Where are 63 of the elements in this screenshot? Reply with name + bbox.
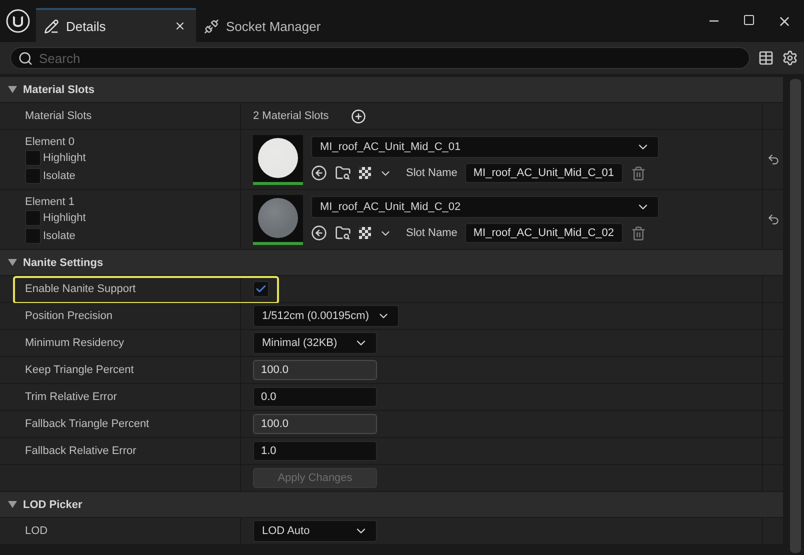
property-label: Minimum Residency bbox=[25, 337, 126, 349]
material-dropdown[interactable]: MI_roof_AC_Unit_Mid_C_02 bbox=[311, 196, 659, 218]
logo-icon[interactable] bbox=[6, 9, 30, 33]
property-label: Trim Relative Error bbox=[25, 391, 118, 403]
checkbox-label: Isolate bbox=[43, 230, 76, 242]
reset-icon[interactable] bbox=[766, 213, 780, 226]
section-header[interactable]: Nanite Settings bbox=[0, 250, 783, 276]
checker-pattern-icon[interactable] bbox=[359, 167, 371, 179]
number-field[interactable]: 100.0 bbox=[253, 360, 377, 380]
search-field[interactable]: Search bbox=[10, 47, 750, 69]
slot-name-label: Slot Name bbox=[406, 227, 458, 239]
reset-icon[interactable] bbox=[766, 153, 780, 166]
plug-icon bbox=[204, 18, 219, 34]
section-header[interactable]: Material Slots bbox=[0, 77, 783, 103]
search-icon bbox=[18, 51, 33, 66]
material-dropdown[interactable]: MI_roof_AC_Unit_Mid_C_01 bbox=[311, 136, 659, 158]
scrollbar-thumb[interactable] bbox=[790, 79, 801, 553]
property-label: Fallback Triangle Percent bbox=[25, 418, 150, 430]
table-icon[interactable] bbox=[758, 50, 774, 66]
slot-name-field[interactable]: MI_roof_AC_Unit_Mid_C_02 bbox=[465, 223, 624, 243]
tab[interactable]: Socket Manager bbox=[196, 8, 346, 42]
pencil-icon bbox=[44, 18, 59, 34]
checkbox[interactable] bbox=[25, 228, 41, 244]
dropdown[interactable]: LOD Auto bbox=[253, 520, 377, 542]
checkmark-icon bbox=[255, 283, 267, 295]
collapse-triangle-icon[interactable] bbox=[8, 501, 17, 508]
tab[interactable]: Details bbox=[36, 8, 196, 42]
checkbox[interactable] bbox=[25, 210, 41, 226]
dropdown[interactable]: Minimal (32KB) bbox=[253, 332, 377, 354]
collapse-triangle-icon[interactable] bbox=[8, 259, 17, 266]
property-label: Position Precision bbox=[25, 310, 114, 322]
use-selected-icon[interactable] bbox=[311, 225, 327, 241]
checkbox-label: Highlight bbox=[43, 152, 86, 164]
dropdown[interactable]: 1/512cm (0.00195cm) bbox=[253, 305, 399, 327]
property-label: Keep Triangle Percent bbox=[25, 364, 135, 376]
property-label: Material Slots bbox=[25, 110, 93, 122]
checkbox[interactable] bbox=[25, 150, 41, 166]
folder-search-icon[interactable] bbox=[335, 225, 351, 241]
element-label: Element 1 bbox=[25, 196, 76, 208]
element-label: Element 0 bbox=[25, 136, 76, 148]
checkbox[interactable] bbox=[253, 281, 269, 297]
trash-icon[interactable] bbox=[631, 166, 646, 180]
settings-icon[interactable] bbox=[782, 50, 798, 66]
section-header[interactable]: LOD Picker bbox=[0, 492, 783, 518]
checkbox-label: Isolate bbox=[43, 170, 76, 182]
use-selected-icon[interactable] bbox=[311, 165, 327, 181]
slot-name-field[interactable]: MI_roof_AC_Unit_Mid_C_01 bbox=[465, 163, 624, 183]
number-field[interactable]: 1.0 bbox=[253, 441, 377, 461]
trash-icon[interactable] bbox=[631, 226, 646, 240]
checker-pattern-icon[interactable] bbox=[359, 227, 371, 239]
checkbox-label: Highlight bbox=[43, 212, 86, 224]
slot-count: 2 Material Slots bbox=[253, 110, 329, 122]
slot-name-label: Slot Name bbox=[406, 167, 458, 179]
collapse-triangle-icon[interactable] bbox=[8, 86, 17, 93]
property-label: Fallback Relative Error bbox=[25, 445, 138, 457]
close-icon[interactable] bbox=[174, 20, 186, 32]
add-icon[interactable] bbox=[350, 108, 366, 124]
number-field[interactable]: 0.0 bbox=[253, 387, 377, 407]
checkbox[interactable] bbox=[25, 168, 41, 184]
property-label: LOD bbox=[25, 525, 49, 537]
property-label: Enable Nanite Support bbox=[25, 283, 137, 295]
folder-search-icon[interactable] bbox=[335, 165, 351, 181]
number-field[interactable]: 100.0 bbox=[253, 414, 377, 434]
